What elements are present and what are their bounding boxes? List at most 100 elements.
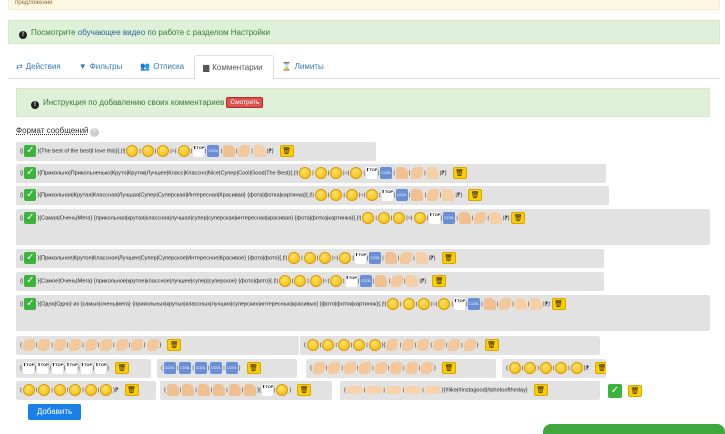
comment-template-row[interactable]: {|}{Самая|Очень|Мега} {прикольная|крутая… [16,209,710,245]
comment-template-row[interactable]: {|}{The best of the best|I love this}{.|… [16,142,376,162]
check-emoji-icon [24,252,37,264]
clap-emoji-icon [411,167,424,179]
smile-emoji-icon [366,189,379,201]
clap-emoji-icon [115,339,128,351]
tab-actions[interactable]: ⇄ Действия [8,55,71,79]
smile-emoji-icon [84,384,97,396]
exchange-icon: ⇄ [16,62,23,71]
delete-template-button[interactable]: 🗑 [279,145,294,157]
delete-template-button[interactable]: 🗑 [441,362,456,374]
info-icon: ! [31,101,39,109]
smile-emoji-icon [276,384,289,396]
clap-emoji-icon [426,189,439,201]
smile-emoji-icon [177,145,190,157]
smile-emoji-icon [314,189,327,201]
clap-emoji-icon [84,339,97,351]
add-button[interactable]: Добавить [28,404,81,420]
tab-filters[interactable]: ▼ Фильтры [71,55,133,79]
emoji-template-row[interactable]: {⬆TOP|⬆TOP|⬆TOP|⬆TOP|⬆TOP|⬆TOP} 🗑 [16,359,151,379]
grin-emoji-icon [570,362,583,374]
emoji-template-row[interactable]: {| | | |}⁋ 🗑 [502,359,606,379]
top-emoji-icon: ⬆TOP [354,252,366,264]
grin-emoji-icon [294,275,307,287]
clap-emoji-icon [405,362,418,374]
muscle-emoji-icon [530,298,543,310]
delete-template-button[interactable]: 🗑 [533,384,548,396]
comment-template-row[interactable]: {|}{Самое|Очень|Мега} {прикольное|крутое… [16,272,604,292]
top-warning: предложений [8,0,720,10]
delete-template-button[interactable]: 🗑 [441,252,456,264]
delete-template-button[interactable]: 🗑 [628,385,642,397]
tab-unfollow[interactable]: 👥 Отписка [132,55,194,79]
delete-template-button[interactable]: 🗑 [511,212,526,224]
pointing-emoji-icon [405,386,422,394]
thumbs-up-emoji-icon [166,384,179,396]
clap-emoji-icon [69,339,82,351]
emoji-template-row[interactable]: {| | | | | | | |} 🗑 [16,336,299,356]
emoji-template-row[interactable]: {| | | |}{#like|#instagood|#photooftheday} 🗑 [340,381,600,401]
smile-emoji-icon [353,339,366,351]
delete-template-button[interactable]: 🗑 [551,298,566,310]
clap-emoji-icon [359,362,372,374]
smile-emoji-icon [306,339,319,351]
emoji-template-row[interactable]: {| | | | |}⁋ 🗑 [16,381,156,401]
smile-emoji-icon [322,339,335,351]
thumbs-up-emoji-icon [213,384,226,396]
chat-widget-tab[interactable] [543,424,725,434]
cool-emoji-icon: COOL [360,275,373,287]
top-emoji-icon: ⬆TOP [51,362,63,374]
comment-template-row[interactable]: {|}{Прикольная|Крутая|Классная|Лучшая|Су… [16,186,609,206]
grin-emoji-icon [330,189,343,201]
blush-emoji-icon [309,275,322,287]
emoji-template-row[interactable]: {| | | |}{| | | | |} 🗑 [300,336,600,356]
top-emoji-icon: ⬆TOP [453,298,465,310]
top-emoji-icon: ⬆TOP [365,167,377,179]
tab-limits[interactable]: ⌛ Лимиты [274,55,334,79]
confirm-template-button[interactable]: ✓ [608,384,622,398]
tutorial-video-link[interactable]: обучающее видео [78,28,145,37]
clap-emoji-icon [432,339,445,351]
clap-emoji-icon [100,339,113,351]
smile-emoji-icon [22,384,35,396]
emoji-template-row[interactable]: {COOL | COOL | COOL | COOL | COOL} 🗑 [157,359,297,379]
delete-template-button[interactable]: 🗑 [468,189,483,201]
clap-emoji-icon [390,362,403,374]
cool-emoji-icon: COOL [163,362,176,374]
delete-template-button[interactable]: 🗑 [297,384,312,396]
smile-emoji-icon [330,275,343,287]
instruction-alert: ! Инструкция по добавлению своих коммента… [16,88,710,117]
delete-template-button[interactable]: 🗑 [595,362,606,374]
tab-comments[interactable]: ▆ Комментарии [194,55,274,80]
top-emoji-icon: ⬆TOP [66,362,78,374]
thumbs-up-emoji-icon [228,384,241,396]
clap-emoji-icon [400,252,413,264]
clap-emoji-icon [22,339,35,351]
pointing-emoji-icon [366,386,383,394]
comment-template-row[interactable]: {|}{Прикольно|Прикольненько|Круто|Крутяк… [16,164,606,184]
emoji-template-row[interactable]: {| | | | |}{⬆TOP|} 🗑 [160,381,332,401]
delete-template-button[interactable]: 🗑 [484,339,499,351]
clap-emoji-icon [421,362,434,374]
smile-emoji-icon [126,145,139,157]
cool-emoji-icon: COOL [179,362,192,374]
clap-emoji-icon [146,339,159,351]
delete-template-button[interactable]: 🗑 [115,362,130,374]
delete-template-button[interactable]: 🗑 [167,339,182,351]
smile-emoji-icon [350,167,363,179]
delete-template-button[interactable]: 🗑 [432,275,447,287]
delete-template-button[interactable]: 🗑 [246,362,261,374]
grin-emoji-icon [314,167,327,179]
top-emoji-icon: ⬆TOP [381,189,393,201]
delete-template-button[interactable]: 🗑 [124,384,139,396]
info-prefix: Посмотрите [31,28,78,37]
thumbs-up-emoji-icon [182,384,195,396]
comment-template-row[interactable]: {|}{Прикольное|Крутое|Классное|Лучшее|Су… [16,249,604,269]
instruction-text: Инструкция по добавлению своих комментар… [43,98,225,107]
help-icon[interactable]: ? [89,128,99,137]
delete-template-button[interactable]: 🗑 [452,167,467,179]
watch-button[interactable]: Смотреть [226,97,264,108]
thumbs-up-emoji-icon [483,298,496,310]
comment-template-row[interactable]: {|}{Одна|Одно} из {самых|очень|мега} {пр… [16,295,710,331]
cool-emoji-icon: COOL [380,167,393,179]
emoji-template-row[interactable]: {| | | | | | |} 🗑 [306,359,496,379]
